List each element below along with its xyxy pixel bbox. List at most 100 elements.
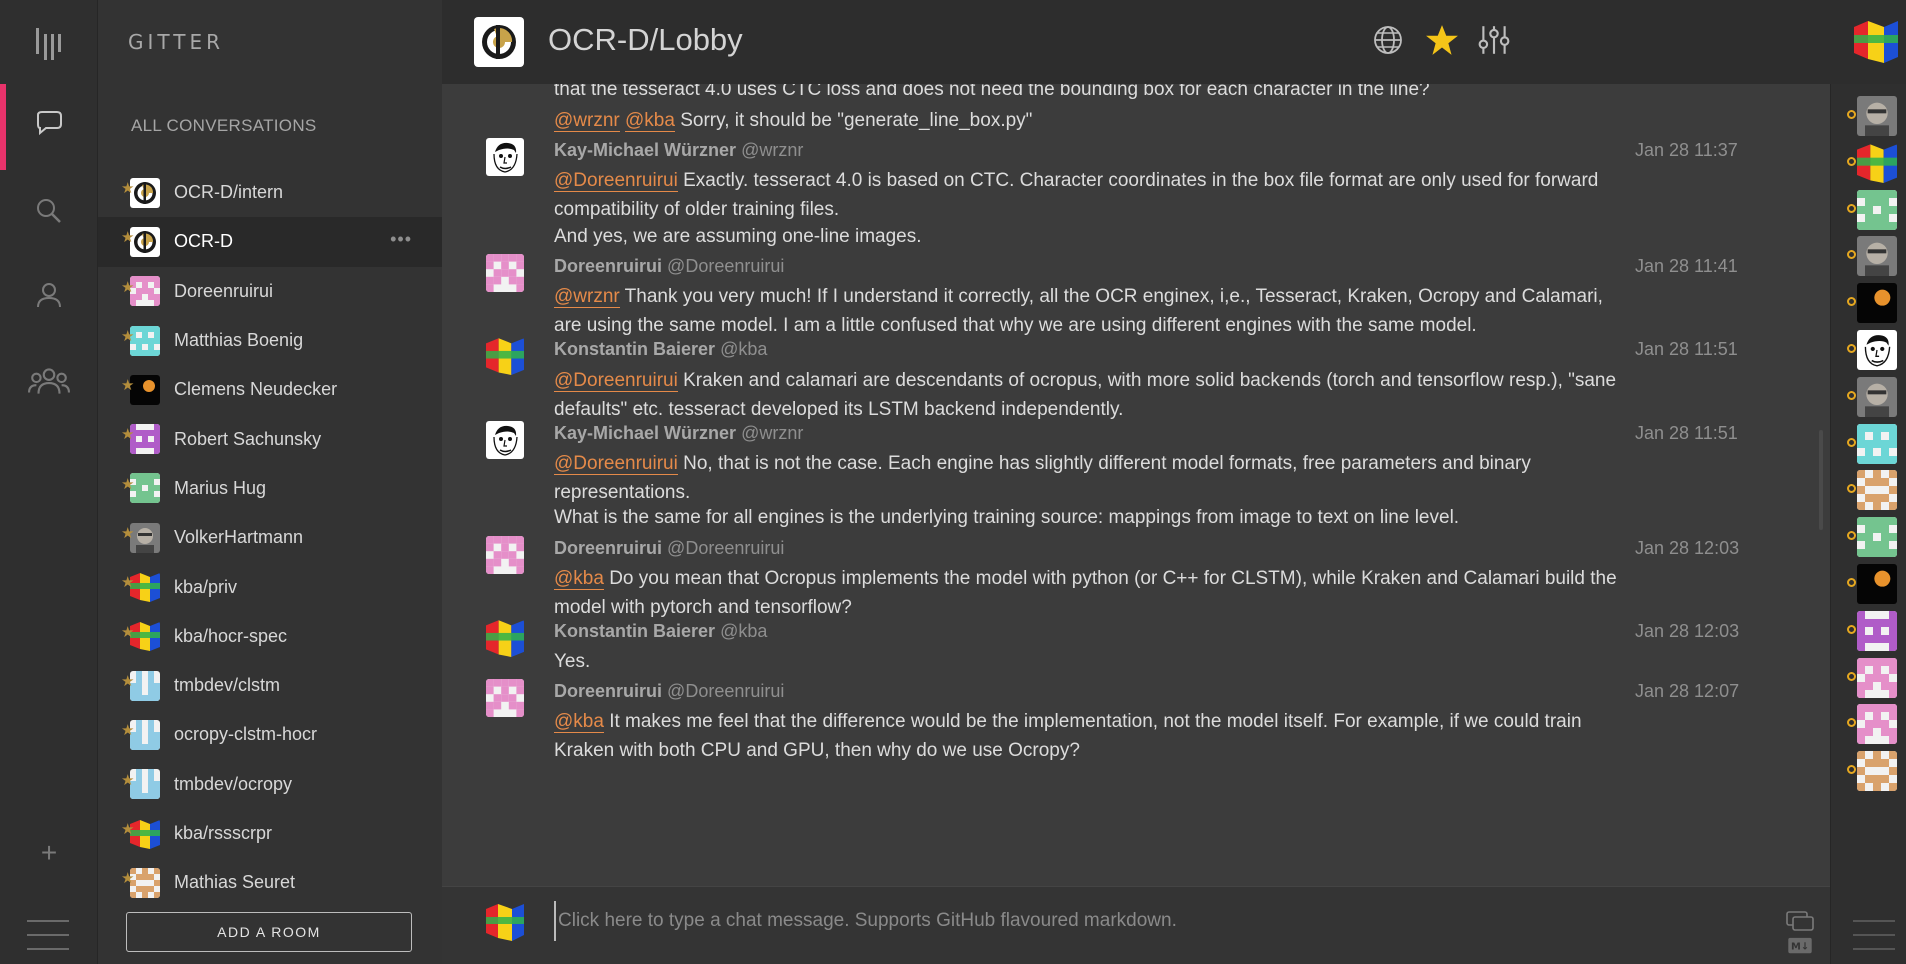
conversation-item[interactable]: ★ VolkerHartmann: [98, 513, 442, 562]
roster-user-avatar[interactable]: [1857, 470, 1897, 511]
user-mention-link[interactable]: @wrznr: [554, 286, 620, 308]
conversation-item[interactable]: ★ Doreenruirui: [98, 267, 442, 316]
search-nav-button[interactable]: [24, 186, 74, 236]
roster-user-avatar[interactable]: [1857, 236, 1897, 277]
menu-icon[interactable]: [27, 918, 69, 952]
user-mention-link[interactable]: @kba: [554, 568, 604, 590]
message-timestamp[interactable]: Jan 28 11:51: [1635, 339, 1738, 360]
add-room-button[interactable]: ADD A ROOM: [126, 912, 412, 952]
conversation-item[interactable]: ★ ocropy-clstm-hocr: [98, 710, 442, 759]
author-name: Doreenruirui: [554, 681, 663, 701]
nav-rail: +: [0, 0, 98, 964]
communities-nav-button[interactable]: [24, 356, 74, 406]
conversation-item[interactable]: ★ Clemens Neudecker: [98, 365, 442, 414]
message-author[interactable]: Doreenruirui @Doreenruirui: [554, 681, 784, 702]
message-author[interactable]: Kay-Michael Würzner @wrznr: [554, 423, 803, 444]
conversation-item[interactable]: ★ OCR-D/intern: [98, 168, 442, 217]
compose-mode-icon[interactable]: [1786, 911, 1814, 931]
author-handle: @Doreenruirui: [667, 681, 785, 701]
roster-user-avatar[interactable]: [1857, 283, 1897, 324]
conversation-label: Doreenruirui: [174, 280, 274, 301]
user-mention-link[interactable]: @kba: [625, 110, 675, 132]
user-mention-link[interactable]: @Doreenruirui: [554, 453, 678, 475]
message-timestamp[interactable]: Jan 28 12:07: [1635, 681, 1739, 702]
roster-user-avatar[interactable]: [1857, 657, 1897, 698]
room-roster: [1830, 84, 1906, 964]
message-author[interactable]: Doreenruirui @Doreenruirui: [554, 256, 784, 277]
conversation-item[interactable]: ★ Mathias Seuret: [98, 858, 442, 907]
conversation-item[interactable]: ★ Matthias Boenig: [98, 316, 442, 365]
roster-user-avatar[interactable]: [1857, 517, 1897, 558]
rainbow-cube-icon[interactable]: [486, 619, 524, 657]
more-options-icon[interactable]: •••: [390, 229, 412, 250]
conversations-heading: ALL CONVERSATIONS: [131, 116, 317, 135]
presence-indicator: [1847, 578, 1856, 587]
user-mention-link[interactable]: @wrznr: [554, 110, 620, 132]
sketch-face-icon[interactable]: [486, 421, 524, 459]
favourite-star-icon: ★: [121, 229, 135, 247]
message-timestamp[interactable]: Jan 28 11:51: [1635, 423, 1738, 444]
message-timestamp[interactable]: Jan 28 12:03: [1635, 621, 1739, 642]
sketch-face-icon[interactable]: [486, 138, 524, 176]
favourite-star-icon[interactable]: [1424, 22, 1460, 58]
roster-user-avatar[interactable]: [1857, 610, 1897, 651]
roster-menu-icon[interactable]: [1853, 918, 1895, 952]
roster-user-avatar[interactable]: [1857, 96, 1897, 136]
identicon-pink-icon[interactable]: [486, 254, 524, 292]
favourite-star-icon: ★: [121, 327, 135, 345]
roster-user-avatar[interactable]: [1857, 330, 1897, 370]
create-plus-icon[interactable]: +: [34, 838, 64, 868]
message-text-span: Exactly. tesseract 4.0 is based on CTC. …: [554, 170, 1599, 220]
people-nav-button[interactable]: [24, 270, 74, 320]
message-input[interactable]: [554, 901, 1754, 941]
globe-icon[interactable]: [1370, 22, 1406, 58]
roster-user-avatar[interactable]: [1857, 751, 1897, 792]
message-author[interactable]: Konstantin Baierer @kba: [554, 621, 767, 642]
conversation-item[interactable]: ★ kba/hocr-spec: [98, 612, 442, 661]
rainbow-cube-icon[interactable]: [486, 337, 524, 375]
message-author[interactable]: Kay-Michael Würzner @wrznr: [554, 140, 803, 161]
message-text: @kba Do you mean that Ocropus implements…: [554, 564, 1624, 622]
roster-user-avatar[interactable]: [1857, 189, 1897, 230]
roster-user-avatar[interactable]: [1857, 704, 1897, 745]
presence-indicator: [1847, 671, 1856, 681]
identicon-pink-icon[interactable]: [486, 536, 524, 574]
user-mention-link[interactable]: @Doreenruirui: [554, 370, 678, 392]
conversation-item[interactable]: ★ kba/rssscrpr: [98, 809, 442, 858]
conversation-item[interactable]: ★ Marius Hug: [98, 464, 442, 513]
author-name: Kay-Michael Würzner: [554, 140, 737, 160]
message-author[interactable]: Doreenruirui @Doreenruirui: [554, 538, 784, 559]
message-text: @Doreenruirui No, that is not the case. …: [554, 449, 1624, 507]
roster-user-avatar[interactable]: [1857, 376, 1897, 417]
gitter-logo-icon[interactable]: [34, 26, 64, 60]
chat-scrollbar[interactable]: [1819, 430, 1823, 530]
presence-indicator: [1847, 484, 1856, 494]
conversation-item[interactable]: ★ tmbdev/clstm: [98, 661, 442, 710]
message-text-span: Sorry, it should be "generate_line_box.p…: [674, 110, 1033, 131]
conversation-item[interactable]: ★ kba/priv: [98, 562, 442, 611]
conversation-item[interactable]: ★ Robert Sachunsky: [98, 414, 442, 463]
user-mention-link[interactable]: @kba: [554, 711, 604, 733]
conversations-nav-button[interactable]: [24, 98, 74, 148]
message-timestamp[interactable]: Jan 28 11:41: [1635, 256, 1738, 277]
message-text-span: Kraken and calamari are descendants of o…: [554, 370, 1617, 420]
user-mention-link[interactable]: @Doreenruirui: [554, 170, 678, 192]
roster-user-avatar[interactable]: [1857, 143, 1897, 183]
message-timestamp[interactable]: Jan 28 12:03: [1635, 538, 1739, 559]
chat-messages[interactable]: that the tesseract 4.0 uses CTC loss and…: [442, 84, 1830, 886]
room-settings-icon[interactable]: [1476, 22, 1512, 58]
favourite-star-icon: ★: [121, 180, 135, 197]
user-avatar[interactable]: [1854, 19, 1898, 63]
conversation-label: OCR-D/intern: [174, 182, 284, 203]
message-timestamp[interactable]: Jan 28 11:37: [1635, 140, 1738, 161]
favourite-star-icon: ★: [121, 820, 135, 838]
message-text: And yes, we are assuming one-line images…: [554, 222, 1624, 251]
roster-user-avatar[interactable]: [1857, 423, 1897, 464]
conversation-item[interactable]: ★ tmbdev/ocropy: [98, 760, 442, 809]
message-author[interactable]: Konstantin Baierer @kba: [554, 339, 767, 360]
markdown-icon[interactable]: M↓: [1786, 937, 1814, 957]
conversation-item[interactable]: ★ OCR-D •••: [98, 217, 442, 267]
roster-user-avatar[interactable]: [1857, 564, 1897, 604]
identicon-pink-icon[interactable]: [486, 679, 524, 717]
conversation-label: Matthias Boenig: [174, 330, 304, 351]
